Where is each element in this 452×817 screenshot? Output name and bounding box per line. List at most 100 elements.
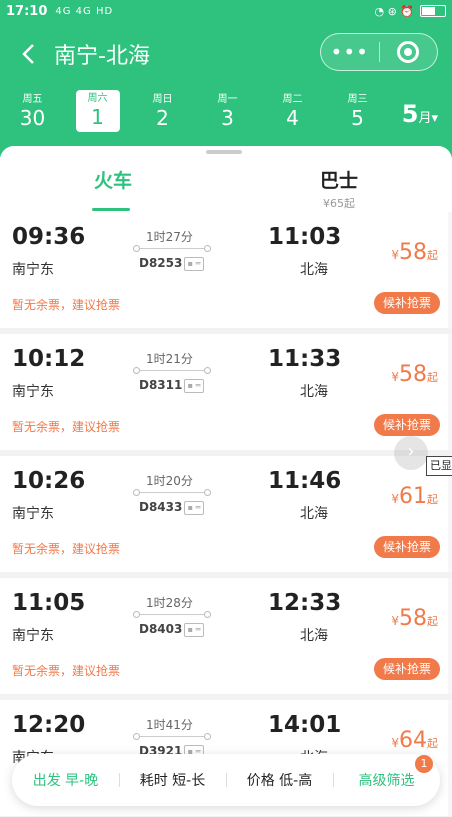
status-time: 17:10 — [6, 3, 48, 19]
arrival-station: 北海 — [300, 262, 328, 278]
battery-icon — [420, 5, 446, 17]
close-miniprogram-button[interactable] — [379, 41, 437, 63]
duration: 1时27分 — [146, 230, 193, 244]
signal-icon: 4G 4G HD — [55, 5, 114, 17]
waitlist-button[interactable]: 候补抢票 — [374, 658, 440, 680]
train-number: D8403 — [139, 622, 183, 636]
month-unit-dropdown: 月▾ — [418, 111, 438, 126]
tab-label: 火车 — [93, 170, 132, 192]
train-number: D8311 — [139, 378, 183, 392]
train-row[interactable]: 09:36 南宁东 1时27分 D8253 ▪ ═ 11:03 北海 ¥ 58 … — [0, 212, 452, 328]
departure-time: 10:26 — [12, 468, 86, 494]
miniprogram-capsule: ••• — [320, 33, 438, 71]
train-row[interactable]: 10:12 南宁东 1时21分 D8311 ▪ ═ 11:33 北海 ¥ 58 … — [0, 334, 452, 450]
arrival-station: 北海 — [300, 384, 328, 400]
departure-station: 南宁东 — [12, 506, 54, 522]
weekday-label: 周二 — [282, 94, 303, 105]
price-value: 58 — [399, 606, 427, 631]
price-unit: 起 — [427, 737, 438, 750]
day-number: 5 — [351, 106, 364, 130]
price: ¥ 58 起 — [391, 362, 438, 387]
id-card-icon: ▪ ═ — [184, 501, 204, 515]
id-card-icon: ▪ ═ — [184, 623, 204, 637]
price: ¥ 64 起 — [391, 728, 438, 753]
currency-symbol: ¥ — [391, 248, 399, 262]
price-unit: 起 — [427, 493, 438, 506]
date-item-3[interactable]: 周一 3 — [195, 90, 260, 138]
filter-advanced[interactable]: 高级筛选 — [333, 770, 440, 790]
route-line — [133, 245, 211, 252]
tooltip: 已显 — [426, 456, 452, 476]
selected-date-box: 周六 1 — [75, 90, 120, 132]
train-row[interactable]: 10:26 南宁东 1时20分 D8433 ▪ ═ 11:46 北海 ¥ 61 … — [0, 456, 452, 572]
currency-symbol: ¥ — [391, 736, 399, 750]
weekday-label: 周三 — [347, 94, 368, 105]
availability-note: 暂无余票，建议抢票 — [12, 298, 121, 312]
filter-price[interactable]: 价格 低-高 — [226, 770, 333, 790]
arrival-time: 11:46 — [268, 468, 342, 494]
duration: 1时20分 — [146, 474, 193, 488]
day-number: 1 — [91, 105, 104, 129]
price-value: 58 — [399, 362, 427, 387]
date-item-30[interactable]: 周五 30 — [0, 90, 65, 138]
back-arrow-icon[interactable] — [8, 34, 48, 74]
row-edge — [448, 334, 452, 450]
filter-departure[interactable]: 出发 早-晚 — [12, 770, 119, 790]
id-card-icon: ▪ ═ — [184, 257, 204, 271]
filter-duration[interactable]: 耗时 短-长 — [119, 770, 226, 790]
arrival-time: 11:03 — [268, 224, 342, 250]
price-value: 64 — [399, 728, 427, 753]
transport-tabs: 火车 巴士 ¥65起 — [0, 146, 452, 212]
waitlist-button[interactable]: 候补抢票 — [374, 536, 440, 558]
status-bar: 17:10 4G 4G HD ◔ ⊛ ⏰ — [0, 0, 452, 22]
date-selector: 周五 30 周六 1 周日 2 周一 3 周二 4 周三 5 5 月▾ — [0, 90, 452, 138]
page-title: 南宁-北海 — [54, 44, 150, 69]
train-row[interactable]: 11:05 南宁东 1时28分 D8403 ▪ ═ 12:33 北海 ¥ 58 … — [0, 578, 452, 694]
price-unit: 起 — [427, 249, 438, 262]
date-item-5[interactable]: 周三 5 — [325, 90, 390, 138]
arrival-station: 北海 — [300, 628, 328, 644]
status-misc-icons: ◔ ⊛ ⏰ — [374, 4, 414, 18]
day-number: 2 — [156, 106, 169, 130]
tab-sublabel: ¥65起 — [323, 197, 355, 210]
day-number: 30 — [19, 106, 46, 130]
price-unit: 起 — [427, 615, 438, 628]
price-value: 61 — [399, 484, 427, 509]
row-edge — [448, 578, 452, 694]
tab-bus[interactable]: 巴士 ¥65起 — [226, 146, 452, 212]
weekday-label: 周六 — [87, 93, 108, 104]
price: ¥ 58 起 — [391, 606, 438, 631]
filter-count-badge: 1 — [415, 755, 433, 773]
availability-note: 暂无余票，建议抢票 — [12, 420, 121, 434]
price-value: 58 — [399, 240, 427, 265]
tab-train[interactable]: 火车 — [0, 146, 226, 212]
route-line — [133, 367, 211, 374]
train-list: 09:36 南宁东 1时27分 D8253 ▪ ═ 11:03 北海 ¥ 58 … — [0, 212, 452, 816]
waitlist-button[interactable]: 候补抢票 — [374, 292, 440, 314]
month-picker[interactable]: 5 月▾ — [402, 90, 438, 138]
weekday-label: 周五 — [22, 94, 43, 105]
date-item-4[interactable]: 周二 4 — [260, 90, 325, 138]
row-edge — [448, 700, 452, 816]
date-item-1-selected[interactable]: 周六 1 — [65, 90, 130, 138]
tab-label: 巴士 — [319, 170, 358, 192]
departure-time: 12:20 — [12, 712, 86, 738]
train-number: D8433 — [139, 500, 183, 514]
day-number: 3 — [221, 106, 234, 130]
departure-station: 南宁东 — [12, 262, 54, 278]
price: ¥ 61 起 — [391, 484, 438, 509]
currency-symbol: ¥ — [391, 614, 399, 628]
waitlist-button[interactable]: 候补抢票 — [374, 414, 440, 436]
id-card-icon: ▪ ═ — [184, 379, 204, 393]
target-icon — [397, 41, 420, 63]
chevron-right-icon[interactable]: › — [394, 436, 428, 470]
more-menu-button[interactable]: ••• — [321, 42, 379, 62]
departure-station: 南宁东 — [12, 628, 54, 644]
availability-note: 暂无余票，建议抢票 — [12, 664, 121, 678]
date-item-2[interactable]: 周日 2 — [130, 90, 195, 138]
duration: 1时41分 — [146, 718, 193, 732]
duration: 1时21分 — [146, 352, 193, 366]
results-panel: 火车 巴士 ¥65起 09:36 南宁东 1时27分 D8253 ▪ ═ 11:… — [0, 146, 452, 817]
header: 南宁-北海 ••• — [0, 22, 452, 86]
active-tab-indicator — [92, 208, 130, 211]
